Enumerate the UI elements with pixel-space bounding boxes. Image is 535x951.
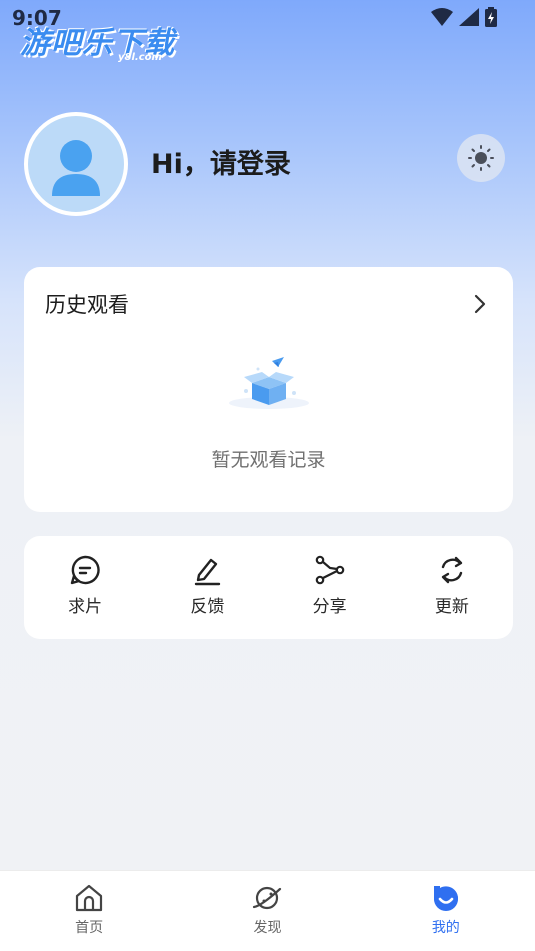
cell-signal-icon — [459, 8, 479, 26]
sun-icon — [468, 145, 494, 171]
login-greeting[interactable]: Hi，请登录 — [151, 142, 291, 181]
feedback-button[interactable]: 反馈 — [146, 536, 268, 639]
nav-label: 发现 — [253, 920, 282, 936]
chat-bubble-icon — [70, 555, 100, 585]
share-icon — [315, 555, 344, 585]
bottom-nav: 首页 发现 我的 — [0, 870, 535, 951]
share-button[interactable]: 分享 — [269, 536, 391, 639]
history-empty-text: 暂无观看记录 — [211, 449, 326, 471]
history-title[interactable]: 历史观看 — [45, 289, 129, 319]
battery-icon — [485, 7, 497, 27]
empty-box-icon — [229, 357, 309, 409]
status-icons — [431, 7, 497, 27]
nav-label: 首页 — [75, 920, 104, 936]
request-movie-button[interactable]: 求片 — [24, 536, 146, 639]
planet-icon — [253, 886, 282, 910]
nav-item-home[interactable]: 首页 — [0, 871, 178, 951]
tools-card: 求片 反馈 分享 更新 — [24, 536, 513, 639]
pencil-icon — [195, 558, 221, 586]
nav-label-active: 我的 — [431, 920, 460, 936]
theme-toggle-button[interactable] — [457, 134, 505, 182]
home-icon — [76, 884, 103, 912]
profile-face-icon — [433, 886, 458, 911]
wifi-icon — [431, 8, 453, 26]
user-silhouette-icon — [52, 140, 100, 196]
tool-label: 反馈 — [190, 597, 225, 617]
chevron-right-icon[interactable] — [473, 293, 487, 315]
refresh-icon — [441, 556, 463, 584]
tool-label: 更新 — [434, 597, 469, 617]
nav-item-mine[interactable]: 我的 — [357, 871, 535, 951]
update-button[interactable]: 更新 — [391, 536, 513, 639]
avatar[interactable] — [24, 112, 128, 216]
nav-item-discover[interactable]: 发现 — [178, 871, 356, 951]
tool-label: 分享 — [312, 597, 347, 617]
tool-label: 求片 — [68, 597, 103, 617]
history-card: 历史观看 暂无观看记录 — [24, 267, 513, 512]
watermark-subtext: y8l.com — [118, 52, 162, 63]
